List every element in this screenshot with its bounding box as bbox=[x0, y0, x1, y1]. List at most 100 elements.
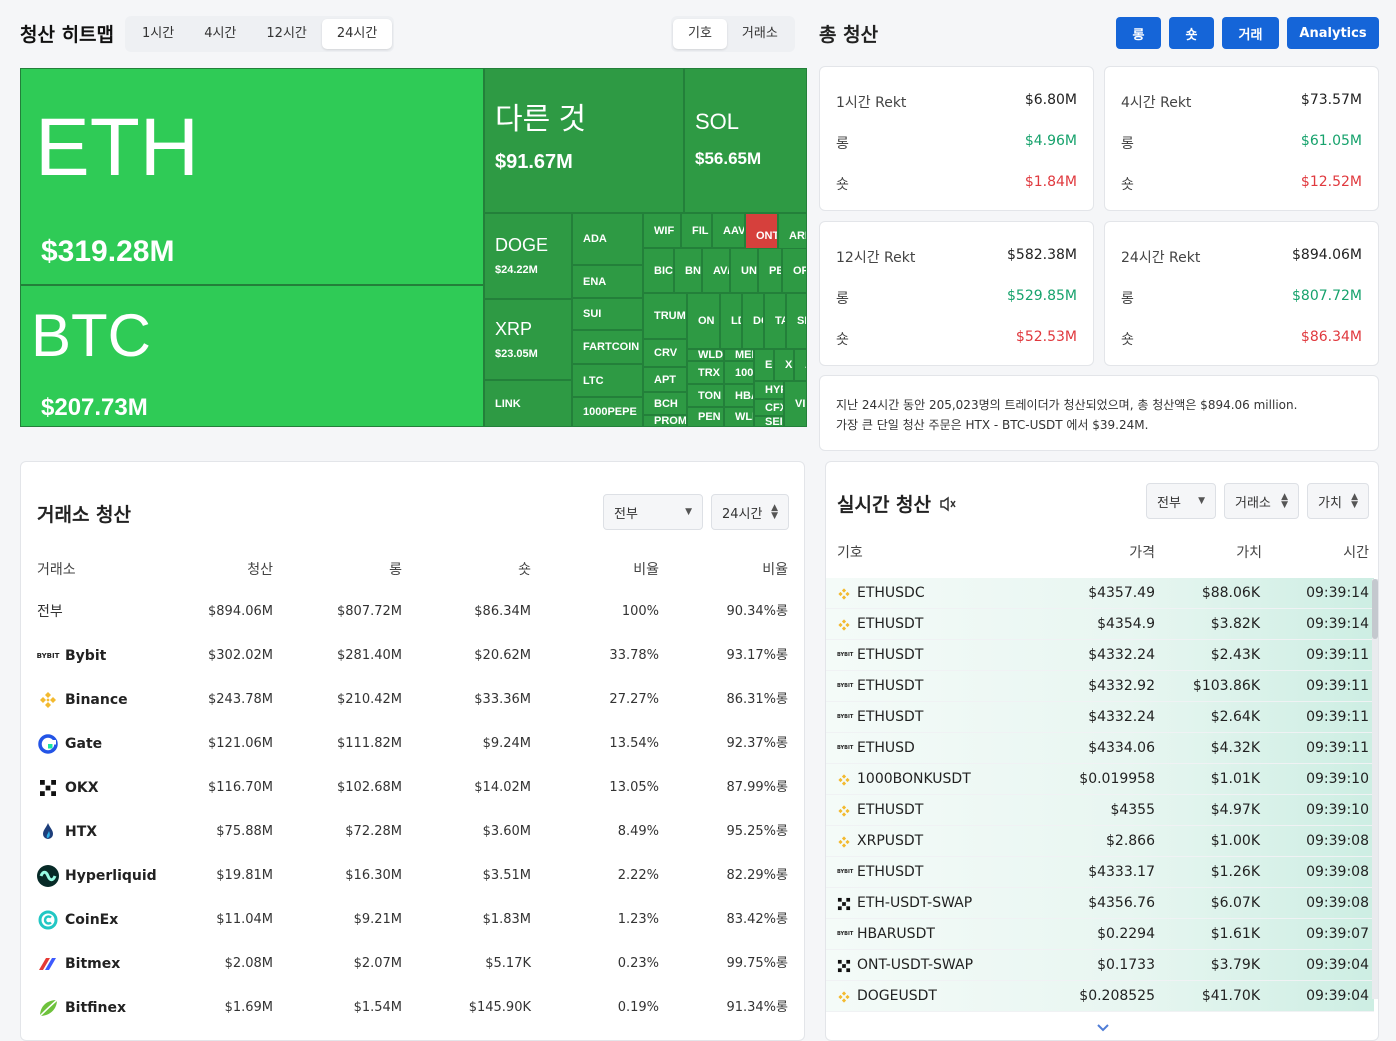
col-share[interactable]: 비율 bbox=[581, 559, 659, 579]
tile-wif[interactable]: WIF bbox=[643, 213, 681, 248]
col-exchange[interactable]: 거래소 bbox=[37, 559, 76, 579]
exchange-row[interactable]: BYBIT Bybit $302.02M $281.40M $20.62M 33.78% 9… bbox=[21, 634, 806, 678]
tile-bic[interactable]: BIC bbox=[643, 248, 674, 293]
tile-wlf[interactable]: WLF bbox=[724, 407, 754, 427]
tab-4h[interactable]: 4시간 bbox=[189, 19, 251, 49]
tile-mem[interactable]: MEM bbox=[724, 349, 754, 361]
chevron-down-icon[interactable] bbox=[1096, 1018, 1110, 1032]
liquidation-row[interactable]: 1000BONKUSDT $0.019958 $1.01K 09:39:10 bbox=[826, 764, 1374, 795]
col-long[interactable]: 롱 bbox=[321, 559, 402, 579]
liquidation-row[interactable]: DOGEUSDT $0.208525 $41.70K 09:39:04 bbox=[826, 981, 1374, 1012]
tile-vii[interactable]: VII bbox=[784, 381, 807, 427]
tile-trum[interactable]: TRUM bbox=[643, 293, 687, 339]
tile-bn[interactable]: BN bbox=[674, 248, 702, 293]
tile-bch[interactable]: BCH bbox=[643, 392, 687, 415]
rt-all-dropdown[interactable]: 전부 ▼ bbox=[1146, 483, 1216, 519]
liquidation-row[interactable]: BYBIT ETHUSDT $4333.17 $1.26K 09:39:08 bbox=[826, 857, 1374, 888]
tile-ena[interactable]: ENA bbox=[572, 265, 643, 298]
liquidation-row[interactable]: ETHUSDT $4354.9 $3.82K 09:39:14 bbox=[826, 609, 1374, 640]
tile-av[interactable]: AV/ bbox=[702, 248, 730, 293]
tile-ltc[interactable]: LTC bbox=[572, 364, 643, 397]
liquidation-row[interactable]: BYBIT ETHUSD $4334.06 $4.32K 09:39:11 bbox=[826, 733, 1374, 764]
tile-dc[interactable]: DC bbox=[742, 293, 764, 349]
tile-fil[interactable]: FIL bbox=[681, 213, 712, 248]
tile-a[interactable]: A bbox=[794, 349, 807, 381]
tile-pen[interactable]: PEN bbox=[687, 407, 724, 427]
tile-wld[interactable]: WLD bbox=[687, 349, 724, 361]
tile-cfx[interactable]: CFX bbox=[754, 399, 784, 416]
exchange-row[interactable]: Gate $121.06M $111.82M $9.24M 13.54% 92.37%롱 bbox=[21, 722, 806, 766]
tile-apt[interactable]: APT bbox=[643, 367, 687, 392]
col-symbol[interactable]: 기호 bbox=[837, 542, 863, 562]
liquidation-row[interactable]: BYBIT HBARUSDT $0.2294 $1.61K 09:39:07 bbox=[826, 919, 1374, 950]
tile-prom[interactable]: PROM bbox=[643, 415, 687, 427]
col-total[interactable]: 청산 bbox=[181, 559, 273, 579]
tile-100[interactable]: 100 bbox=[724, 361, 754, 384]
tile-ld[interactable]: LD bbox=[720, 293, 742, 349]
tile-x[interactable]: X bbox=[774, 349, 794, 381]
tile-sui[interactable]: SUI bbox=[572, 298, 643, 330]
tile-sf[interactable]: SF bbox=[786, 293, 807, 349]
liquidation-row[interactable]: ETH-USDT-SWAP $4356.76 $6.07K 09:39:08 bbox=[826, 888, 1374, 919]
liquidation-row[interactable]: XRPUSDT $2.866 $1.00K 09:39:08 bbox=[826, 826, 1374, 857]
tab-1h[interactable]: 1시간 bbox=[127, 19, 189, 49]
tile-1000pepe[interactable]: 1000PEPE bbox=[572, 397, 643, 427]
tile-ada[interactable]: ADA bbox=[572, 213, 643, 265]
exchange-row[interactable]: HTX $75.88M $72.28M $3.60M 8.49% 95.25%롱 bbox=[21, 810, 806, 854]
tile-eth[interactable]: ETH $319.28M bbox=[20, 68, 484, 285]
tile-link[interactable]: LINK bbox=[484, 380, 572, 427]
tab-symbol[interactable]: 기호 bbox=[673, 19, 727, 49]
exchange-row[interactable]: OKX $116.70M $102.68M $14.02M 13.05% 87.99%롱 bbox=[21, 766, 806, 810]
trade-button[interactable]: 거래 bbox=[1222, 17, 1279, 49]
liquidation-row[interactable]: ETHUSDC $4357.49 $88.06K 09:39:14 bbox=[826, 578, 1374, 609]
tile-ton[interactable]: TON bbox=[687, 384, 724, 407]
tile-hba[interactable]: HBA bbox=[724, 384, 754, 407]
col-value[interactable]: 가치 bbox=[1186, 542, 1262, 562]
exchange-filter-dropdown[interactable]: 전부 ▼ bbox=[603, 494, 703, 530]
tile-of[interactable]: OF bbox=[782, 248, 807, 293]
exchange-row[interactable]: Bitmex $2.08M $2.07M $5.17K 0.23% 99.75%롱 bbox=[21, 942, 806, 986]
exchange-row[interactable]: Bitfinex $1.69M $1.54M $145.90K 0.19% 91.34%롱 bbox=[21, 986, 806, 1030]
tile-crv[interactable]: CRV bbox=[643, 339, 687, 367]
tile-doge[interactable]: DOGE $24.22M bbox=[484, 213, 572, 299]
tile-on[interactable]: ON bbox=[687, 293, 720, 349]
liquidation-row[interactable]: ONT-USDT-SWAP $0.1733 $3.79K 09:39:04 bbox=[826, 950, 1374, 981]
tab-12h[interactable]: 12시간 bbox=[251, 19, 321, 49]
tile-다른것[interactable]: 다른 것 $91.67M bbox=[484, 68, 684, 213]
exchange-row[interactable]: Hyperliquid $19.81M $16.30M $3.51M 2.22% 82.2… bbox=[21, 854, 806, 898]
col-price[interactable]: 가격 bbox=[1056, 542, 1155, 562]
exchange-row[interactable]: 전부 $894.06M $807.72M $86.34M 100% 90.34%롱 bbox=[21, 590, 806, 634]
liquidation-row[interactable]: ETHUSDT $4355 $4.97K 09:39:10 bbox=[826, 795, 1374, 826]
tile-sei[interactable]: SEI bbox=[754, 416, 784, 427]
short-button[interactable]: 숏 bbox=[1169, 17, 1214, 49]
mute-icon[interactable] bbox=[939, 496, 957, 512]
exchange-row[interactable]: Binance $243.78M $210.42M $33.36M 27.27% 86.3… bbox=[21, 678, 806, 722]
rt-exchange-dropdown[interactable]: 거래소 ▲ ▼ bbox=[1224, 483, 1299, 519]
tile-aav[interactable]: AAV bbox=[712, 213, 745, 248]
col-short[interactable]: 숏 bbox=[451, 559, 531, 579]
analytics-button[interactable]: Analytics bbox=[1287, 17, 1379, 49]
tile-pe[interactable]: PE bbox=[758, 248, 782, 293]
col-time[interactable]: 시간 bbox=[1296, 542, 1369, 562]
scrollbar-thumb[interactable] bbox=[1372, 579, 1378, 639]
liquidation-row[interactable]: BYBIT ETHUSDT $4332.24 $2.64K 09:39:11 bbox=[826, 702, 1374, 733]
rt-value-dropdown[interactable]: 가치 ▲ ▼ bbox=[1307, 483, 1369, 519]
tile-hyp[interactable]: HYP bbox=[754, 381, 784, 399]
tile-fartcoin[interactable]: FARTCOIN bbox=[572, 330, 643, 364]
tab-exchange[interactable]: 거래소 bbox=[727, 19, 793, 49]
exchange-row[interactable]: CoinEx $11.04M $9.21M $1.83M 1.23% 83.42%롱 bbox=[21, 898, 806, 942]
tile-e[interactable]: E bbox=[754, 349, 774, 381]
long-button[interactable]: 롱 bbox=[1116, 17, 1161, 49]
tab-24h[interactable]: 24시간 bbox=[321, 19, 393, 49]
period-dropdown[interactable]: 24시간 ▲ ▼ bbox=[711, 494, 789, 530]
tile-xrp[interactable]: XRP $23.05M bbox=[484, 299, 572, 380]
col-ratio[interactable]: 비율 bbox=[701, 559, 788, 579]
liquidation-row[interactable]: BYBIT ETHUSDT $4332.24 $2.43K 09:39:11 bbox=[826, 640, 1374, 671]
scrollbar[interactable] bbox=[1372, 579, 1378, 999]
tile-un[interactable]: UN bbox=[730, 248, 758, 293]
tile-btc[interactable]: BTC $207.73M bbox=[20, 285, 484, 427]
tile-sol[interactable]: SOL $56.65M bbox=[684, 68, 807, 213]
tile-trx[interactable]: TRX bbox=[687, 361, 724, 384]
liquidation-row[interactable]: BYBIT ETHUSDT $4332.92 $103.86K 09:39:11 bbox=[826, 671, 1374, 702]
tile-ta[interactable]: TA bbox=[764, 293, 786, 349]
